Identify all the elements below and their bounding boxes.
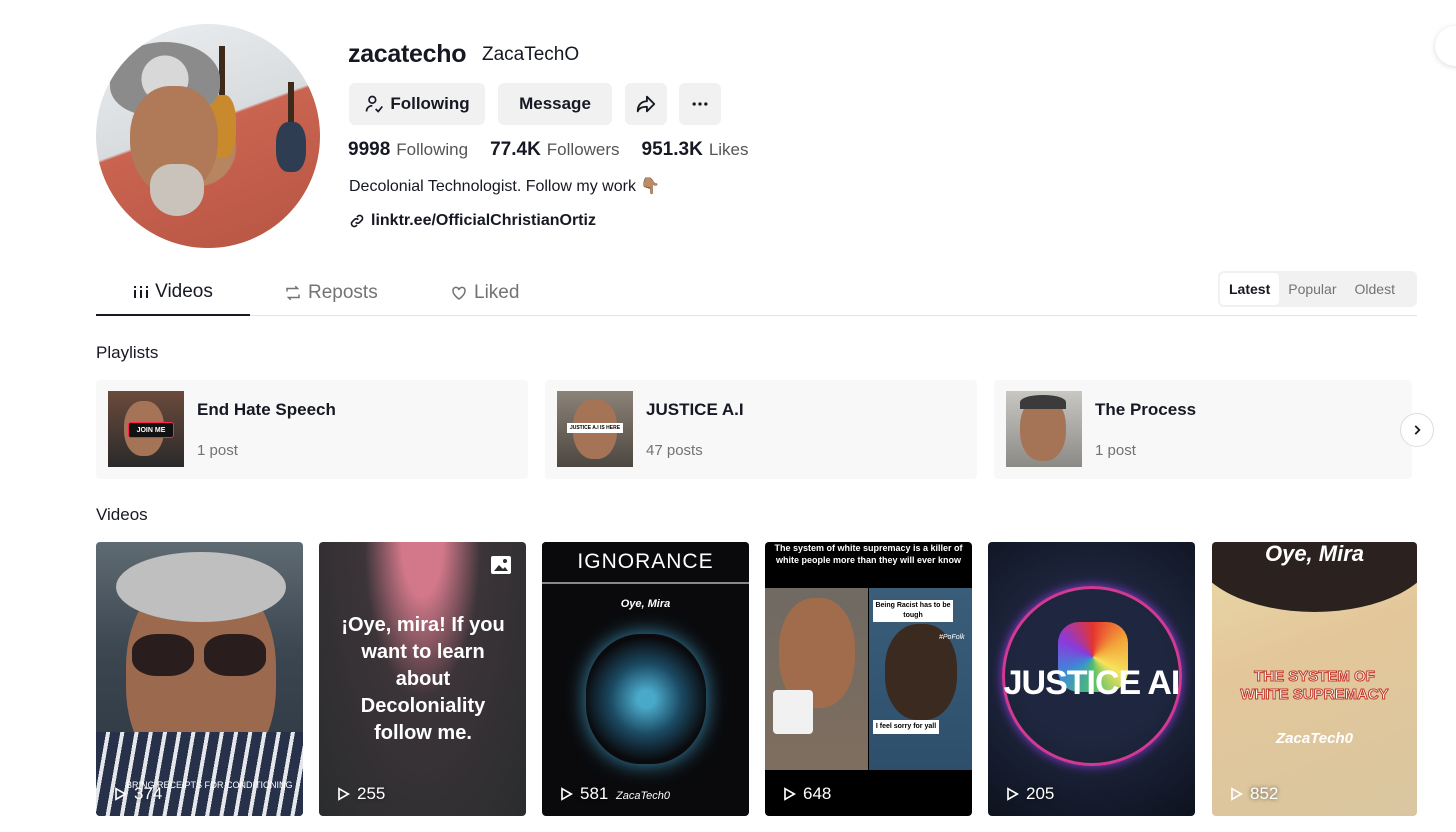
video-bubble: I feel sorry for yall: [873, 720, 939, 734]
video-tag: #PoFolk: [939, 634, 965, 641]
play-icon: [1007, 787, 1020, 801]
video-caption: ¡Oye, mira! If you want to learn about D…: [341, 614, 505, 744]
playlist-thumbnail: [1006, 391, 1082, 467]
share-button[interactable]: [625, 83, 667, 125]
video-signature: ZacaTech0: [1276, 730, 1353, 747]
stat-likes: 951.3K Likes: [641, 139, 749, 160]
profile-bio: Decolonial Technologist. Follow my work …: [349, 178, 661, 195]
playlist-count: 1 post: [197, 442, 238, 459]
playlist-thumbnail: JOIN ME: [108, 391, 184, 467]
playlist-card[interactable]: JUSTICE A.I IS HERE JUSTICE A.I 47 posts: [545, 380, 977, 479]
video-bubble: Being Racist has to be tough: [873, 600, 953, 622]
video-caption: The system of white supremacy is a kille…: [774, 543, 963, 565]
play-icon: [784, 787, 797, 801]
playlist-thumb-label: JOIN ME: [128, 422, 174, 438]
playlist-name: End Hate Speech: [197, 400, 336, 419]
share-icon: [636, 95, 656, 113]
photo-icon: [491, 556, 511, 574]
message-button-label: Message: [519, 94, 591, 113]
following-button[interactable]: Following: [349, 83, 485, 125]
playlist-thumbnail: JUSTICE A.I IS HERE: [557, 391, 633, 467]
guitar-graphic: [276, 82, 306, 172]
playlists-heading: Playlists: [96, 343, 159, 362]
play-icon: [1231, 787, 1244, 801]
sort-popular[interactable]: Popular: [1279, 273, 1345, 305]
playlist-count: 47 posts: [646, 442, 703, 459]
video-title: IGNORANCE: [577, 550, 714, 573]
video-view-count: 581: [558, 784, 608, 804]
video-view-count: 374: [112, 784, 162, 804]
video-card[interactable]: ¡Oye, mira! If you want to learn about D…: [319, 542, 526, 816]
video-card[interactable]: Oye, Mira THE SYSTEM OF WHITE SUPREMACY …: [1212, 542, 1417, 816]
chevron-right-icon: [1414, 425, 1421, 435]
playlist-count: 1 post: [1095, 442, 1136, 459]
link-icon: [350, 214, 364, 228]
profile-avatar[interactable]: [96, 24, 320, 248]
playlist-name: The Process: [1095, 400, 1197, 419]
sort-oldest[interactable]: Oldest: [1346, 273, 1404, 305]
stat-following[interactable]: 9998 Following: [348, 139, 468, 161]
video-subtitle: THE SYSTEM OF WHITE SUPREMACY: [1240, 668, 1389, 704]
play-icon: [561, 787, 574, 801]
video-subtitle: Oye, Mira: [620, 598, 671, 610]
sort-toggle: Latest Popular Oldest: [1218, 271, 1417, 307]
video-signature: ZacaTech0: [616, 790, 671, 802]
profile-link-text: linktr.ee/OfficialChristianOrtiz: [371, 212, 596, 229]
profile-nickname: ZacaTechO: [482, 44, 580, 65]
video-view-count: 255: [335, 784, 385, 804]
heart-lock-icon: [452, 286, 466, 300]
more-dots-icon: [692, 102, 708, 106]
playlist-name: JUSTICE A.I: [646, 400, 744, 419]
profile-link[interactable]: linktr.ee/OfficialChristianOrtiz: [349, 212, 596, 230]
video-view-count: 852: [1228, 784, 1278, 804]
more-options-button[interactable]: [679, 83, 721, 125]
following-button-label: Following: [390, 94, 470, 113]
grid-icon: [134, 286, 149, 298]
message-button[interactable]: Message: [498, 83, 612, 125]
profile-stats: 9998 Following 77.4K Followers 951.3K Likes: [348, 139, 749, 161]
video-view-count: 205: [1004, 784, 1054, 804]
video-view-count: 648: [781, 784, 831, 804]
video-card[interactable]: JUSTICE AI 205: [988, 542, 1195, 816]
video-title: Oye, Mira: [1264, 542, 1365, 566]
video-card[interactable]: The system of white supremacy is a kille…: [765, 542, 972, 816]
tab-videos[interactable]: Videos: [96, 270, 250, 316]
playlist-next-button[interactable]: [1400, 413, 1434, 447]
video-card[interactable]: BRING RECEIPTS FOR CONDITIONING 374: [96, 542, 303, 816]
play-icon: [115, 787, 128, 801]
search-button[interactable]: [1435, 26, 1456, 66]
playlist-thumb-label: JUSTICE A.I IS HERE: [567, 423, 623, 433]
play-icon: [338, 787, 351, 801]
tab-reposts[interactable]: Reposts: [284, 270, 378, 316]
profile-username: zacatecho: [348, 40, 467, 68]
playlist-card[interactable]: JOIN ME End Hate Speech 1 post: [96, 380, 528, 479]
stat-followers[interactable]: 77.4K Followers: [490, 139, 619, 161]
videos-heading: Videos: [96, 505, 148, 524]
video-card[interactable]: IGNORANCE Oye, Mira ZacaTech0 581: [542, 542, 749, 816]
tab-liked[interactable]: Liked: [450, 270, 519, 316]
sort-latest[interactable]: Latest: [1220, 273, 1280, 305]
video-title: JUSTICE AI: [1003, 664, 1181, 702]
user-check-icon: [365, 95, 384, 113]
repost-icon: [286, 285, 300, 301]
playlist-card[interactable]: The Process 1 post: [994, 380, 1412, 479]
